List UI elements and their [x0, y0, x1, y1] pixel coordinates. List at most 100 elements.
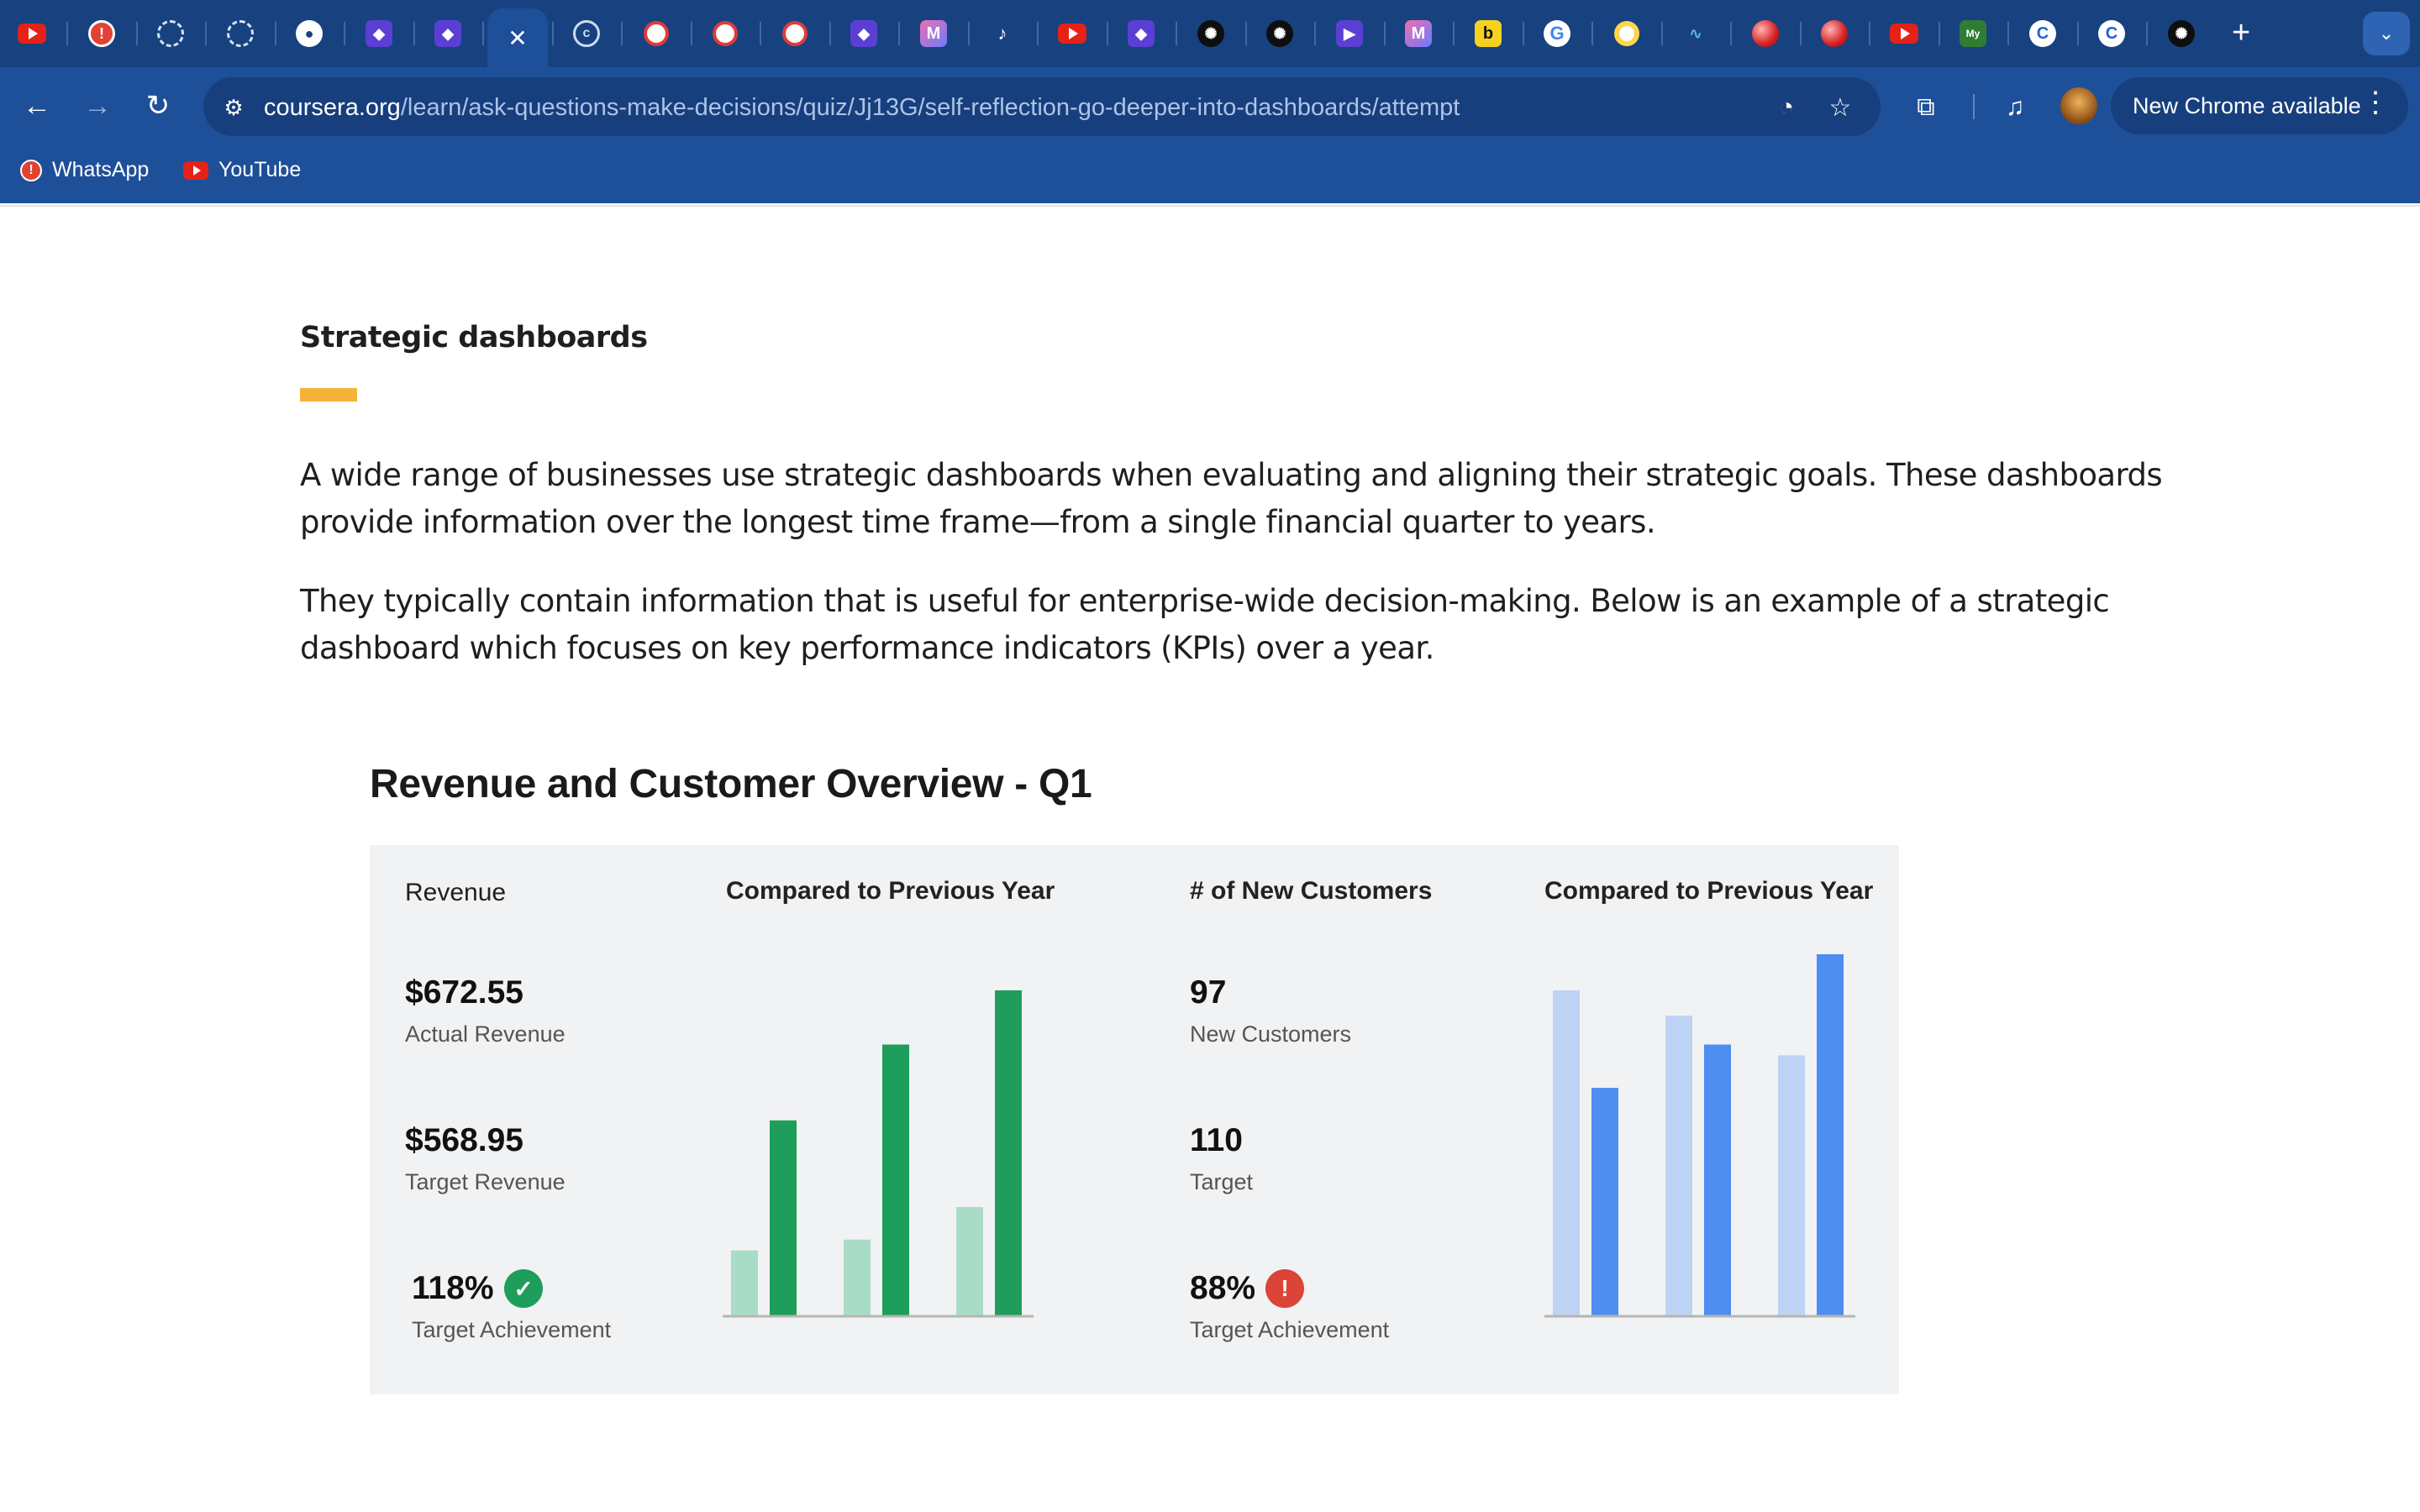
browser-tab[interactable]: !: [68, 12, 135, 55]
reload-icon: ↻: [145, 90, 171, 122]
browser-tab[interactable]: c: [553, 12, 620, 55]
browser-tab[interactable]: [137, 12, 204, 55]
performance-icon[interactable]: ◔: [1770, 91, 1803, 124]
openai-icon: ✺: [2168, 20, 2195, 47]
browser-chrome: ! ● ◆ ◆ ✕ c ◆ M ♪ ◆ ✺ ✺ ▶ Mb G ∿ My C C ✺ + ⌄ ← → ↻ ⚙ cours…: [0, 0, 2420, 203]
browser-tab[interactable]: [1801, 12, 1868, 55]
customers-target-label: Target: [1190, 1169, 1254, 1194]
browser-tab[interactable]: ✺: [1246, 12, 1313, 55]
browser-tab[interactable]: [1732, 12, 1799, 55]
chrome-update-label: New Chrome available: [2133, 92, 2361, 118]
bookmark-youtube[interactable]: YouTube: [183, 158, 301, 182]
bookmark-star-icon[interactable]: ☆: [1823, 91, 1857, 124]
media-controls-icon[interactable]: ♫: [1996, 89, 2033, 126]
m-icon: M: [1405, 20, 1432, 47]
new-customers-header: # of New Customers: [1190, 877, 1433, 905]
paragraph-line: provide information over the longest tim…: [300, 504, 1656, 540]
target-revenue-label: Target Revenue: [405, 1169, 566, 1194]
bar-3-series-1: [956, 1207, 983, 1315]
browser-tab[interactable]: ◆: [1107, 12, 1175, 55]
intro-paragraph: A wide range of businesses use strategic…: [300, 452, 2233, 546]
browser-tab[interactable]: [207, 12, 274, 55]
browser-tab[interactable]: G: [1523, 12, 1591, 55]
bookmark-label: YouTube: [218, 158, 302, 181]
browser-tab[interactable]: C: [2009, 12, 2076, 55]
bar-1-series-2: [770, 1120, 797, 1315]
warning-icon: !: [1265, 1269, 1304, 1308]
customers-comparison-chart: [1544, 954, 1855, 1318]
loading-icon: [227, 20, 254, 47]
browser-tab[interactable]: ●: [276, 12, 343, 55]
browser-tab[interactable]: ◆: [414, 12, 481, 55]
browser-tab[interactable]: [692, 12, 759, 55]
browser-tab[interactable]: M: [1385, 12, 1452, 55]
browser-tab[interactable]: M: [900, 12, 967, 55]
reload-button[interactable]: ↻: [139, 87, 176, 124]
camera-icon: ▶: [1336, 20, 1363, 47]
url-path: /learn/ask-questions-make-decisions/quiz…: [400, 94, 1460, 121]
actual-revenue-value: $672.55: [405, 974, 523, 1011]
tab-strip: ! ● ◆ ◆ ✕ c ◆ M ♪ ◆ ✺ ✺ ▶ Mb G ∿ My C C ✺: [0, 0, 2420, 67]
chrome-update-button[interactable]: New Chrome available ⋮: [2111, 77, 2408, 134]
back-arrow-icon: ←: [23, 89, 51, 122]
browser-tab[interactable]: ✺: [1177, 12, 1244, 55]
target-icon: [1614, 21, 1639, 46]
record-icon: [782, 21, 808, 46]
tab-separator: [482, 22, 484, 45]
alert-icon: !: [20, 159, 42, 181]
heading-accent-bar: [300, 388, 357, 402]
coursera-icon: c: [573, 20, 600, 47]
ball-icon: [1752, 20, 1779, 47]
forward-arrow-icon: →: [83, 89, 112, 122]
paragraph-line: A wide range of businesses use strategic…: [300, 457, 2163, 493]
browser-tab[interactable]: [1039, 12, 1106, 55]
browser-tab[interactable]: ✕: [487, 8, 548, 67]
forward-button[interactable]: →: [79, 87, 116, 124]
browser-tab[interactable]: b: [1455, 12, 1522, 55]
target-revenue-value: $568.95: [405, 1122, 523, 1158]
revenue-achievement-value: 118%: [412, 1270, 494, 1306]
tab-search-button[interactable]: ⌄: [2363, 12, 2410, 55]
browser-tab[interactable]: ∿: [1662, 12, 1729, 55]
youtube-icon: [18, 24, 46, 44]
profile-avatar[interactable]: [2060, 87, 2097, 124]
browser-tab[interactable]: [1593, 12, 1660, 55]
browser-tab[interactable]: ▶: [1316, 12, 1383, 55]
browser-tab[interactable]: ◆: [345, 12, 413, 55]
browser-tab[interactable]: [0, 12, 66, 55]
new-customers-label: New Customers: [1190, 1021, 1352, 1047]
browser-tab[interactable]: ✺: [2148, 12, 2215, 55]
bookmark-whatsapp[interactable]: ! WhatsApp: [20, 158, 149, 182]
browser-tab[interactable]: My: [1939, 12, 2007, 55]
browser-tab[interactable]: ♪: [969, 12, 1036, 55]
revenue-comparison-chart: [723, 990, 1034, 1318]
revenue-compare-header: Compared to Previous Year: [726, 877, 1055, 905]
bar-3-series-2: [995, 990, 1022, 1315]
back-button[interactable]: ←: [18, 87, 55, 124]
browser-tab[interactable]: C: [2078, 12, 2145, 55]
new-tab-button[interactable]: +: [2232, 17, 2250, 49]
bar-2-series-1: [844, 1239, 871, 1315]
browser-tab[interactable]: ◆: [830, 12, 897, 55]
extensions-icon[interactable]: ⧉: [1907, 89, 1944, 126]
actual-revenue-label: Actual Revenue: [405, 1021, 566, 1047]
m-icon: M: [920, 20, 947, 47]
url-text[interactable]: coursera.org/learn/ask-questions-make-de…: [264, 91, 1460, 124]
chevron-down-icon: ⌄: [2378, 23, 2395, 44]
browser-tab[interactable]: [761, 12, 829, 55]
youtube-icon: [183, 160, 208, 180]
revenue-achievement-label: Target Achievement: [412, 1317, 612, 1342]
wave-icon: ∿: [1689, 24, 1702, 42]
speaker-icon: ♪: [997, 23, 1007, 44]
site-settings-icon[interactable]: ⚙: [217, 91, 250, 124]
browser-tab[interactable]: [1870, 12, 1938, 55]
record-icon: [713, 21, 738, 46]
more-menu-icon[interactable]: ⋮: [2361, 86, 2390, 119]
close-icon: ✕: [508, 24, 528, 51]
paragraph-line: They typically contain information that …: [300, 583, 2110, 619]
revenue-header: Revenue: [405, 879, 507, 906]
bar-2-series-2: [882, 1044, 909, 1315]
browser-tab[interactable]: [623, 12, 690, 55]
youtube-icon: [1890, 24, 1918, 44]
b-icon: b: [1475, 20, 1502, 47]
